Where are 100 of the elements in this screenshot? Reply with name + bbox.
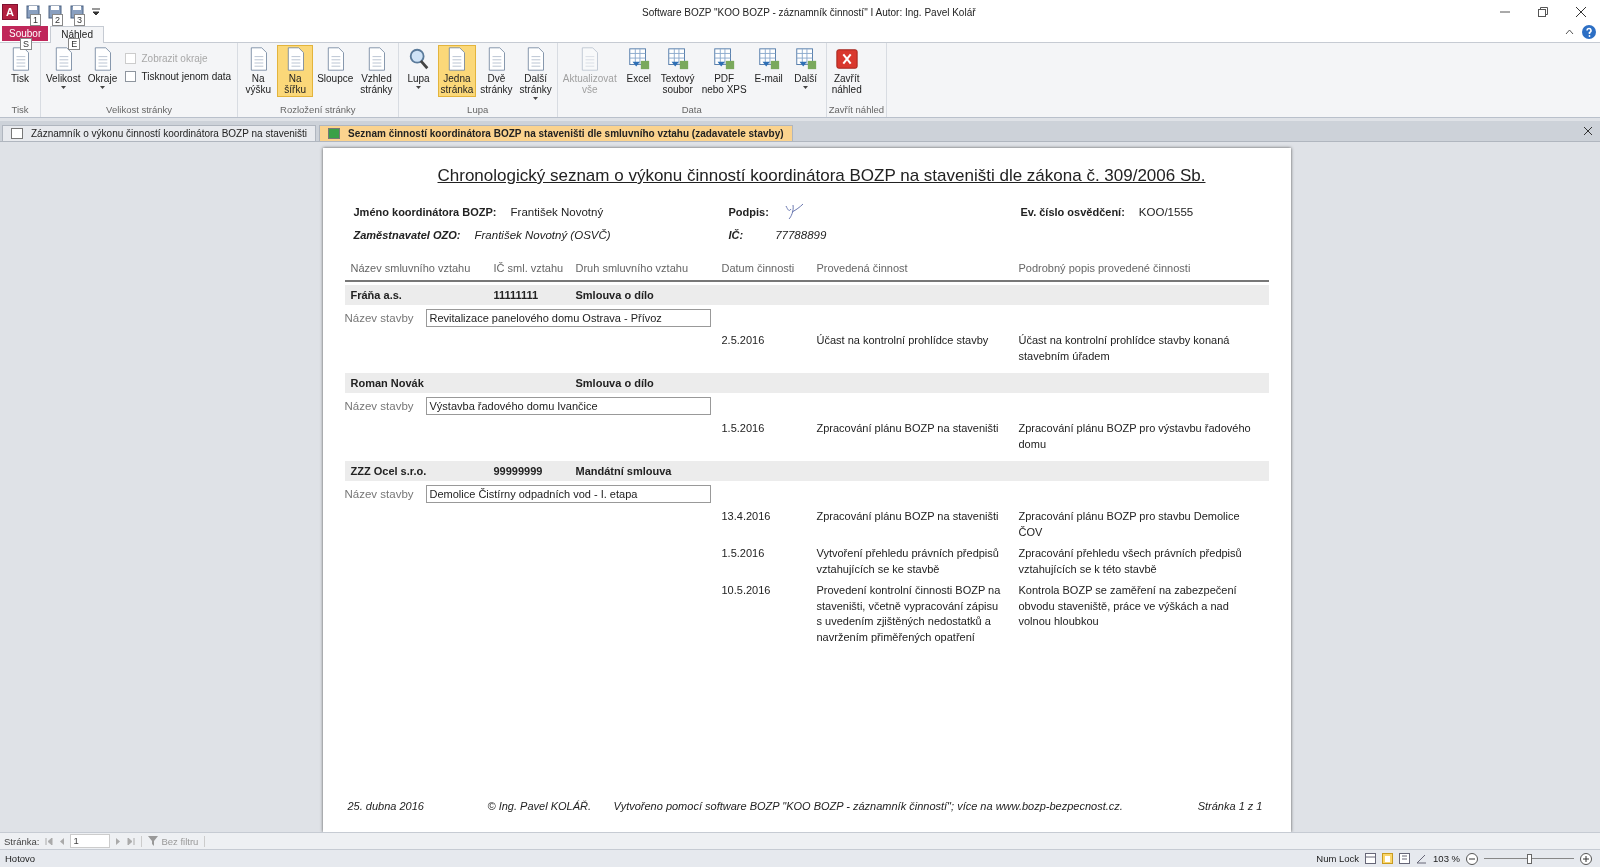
table-icon [328, 128, 341, 139]
field-label: Podpis: [728, 205, 769, 218]
activity-text: Provedení kontrolní činnosti BOZP na staveništi, včetně vypracování zápisu s uvedením zjištěných nedostatků a navržením přiměřených opatření [816, 583, 1002, 645]
view-icon[interactable] [1365, 853, 1377, 864]
contract-type: Smlouva o dílo [575, 377, 655, 389]
ribbon-button[interactable]: Dvě stránky [477, 45, 516, 97]
contract-name: Roman Novák [350, 377, 425, 389]
num-lock-indicator: Num Lock [1316, 853, 1360, 864]
ribbon-button[interactable]: Textový soubor [657, 45, 698, 97]
activity-description: Účast na kontrolní prohlídce stavby konaná stavebním úřadem [1018, 333, 1231, 364]
building-name-field: Demolice Čistírny odpadních vod - I. etapa [425, 485, 711, 503]
field-value: 77788899 [775, 228, 827, 241]
zoom-out-icon[interactable] [1466, 852, 1478, 865]
zoom-in-icon[interactable] [1580, 852, 1592, 865]
document-tab[interactable]: Seznam činností koordinátora BOZP na staveništi dle smluvního vztahu (zadavatele stavby) [319, 125, 793, 141]
copyright-text: © Ing. Pavel KOLÁŘ. [487, 800, 592, 812]
table-icon [11, 128, 23, 139]
navigation-label: Stránka: [4, 835, 40, 847]
ribbon-button[interactable]: Zavřít náhled [828, 45, 865, 97]
field-label: Zaměstnavatel OZO: [353, 228, 461, 241]
contract-id: 99999999 [493, 465, 544, 477]
view-icon[interactable] [1416, 853, 1428, 864]
contract-name: Fráňa a.s. [350, 289, 403, 301]
view-icon[interactable] [1399, 853, 1411, 864]
footer-note: Vytvořeno pomocí software BOZP "KOO BOZP - záznamník činností"; více na www.bozp-bezpecnost.cz. [613, 800, 1124, 812]
contract-type: Smlouva o dílo [575, 289, 655, 301]
view-icon[interactable] [1382, 853, 1394, 864]
keytip: S [20, 38, 32, 50]
group-label: Rozložení stránky [279, 103, 357, 117]
zoom-percent: 103 % [1433, 853, 1460, 864]
activity-date: 1.5.2016 [721, 421, 766, 436]
checkbox[interactable]: Tisknout jenom data [125, 71, 232, 82]
export-table-icon [756, 47, 781, 71]
document-tab[interactable]: Záznamník o výkonu činností koordinátora BOZP na staveništi [2, 125, 317, 141]
activity-description: Zpracování plánu BOZP pro stavbu Demolice ČOV [1018, 509, 1241, 540]
ribbon-button[interactable]: Sloupce [314, 45, 357, 86]
ribbon-button[interactable]: PDF nebo XPS [698, 45, 750, 97]
column-header: Název smluvního vztahu [350, 262, 472, 274]
ribbon-button[interactable]: E-mail [750, 45, 787, 86]
help-icon[interactable] [1582, 25, 1596, 39]
close-icon[interactable] [1584, 127, 1592, 135]
field-label: Ev. číslo osvědčení: [1020, 205, 1125, 218]
filter-icon [148, 836, 159, 846]
column-header: Druh smluvního vztahu [575, 262, 689, 274]
column-header: Provedená činnost [816, 262, 909, 274]
contract-type: Mandátní smlouva [575, 465, 673, 477]
report-date: 25. dubna 2016 [347, 800, 425, 812]
group-label: Lupa [466, 103, 490, 117]
keytip: E [68, 38, 81, 50]
ribbon-button[interactable]: Lupa [400, 45, 437, 91]
field-label: Jméno koordinátora BOZP: [353, 205, 497, 218]
group-label: Velikost stránky [105, 103, 174, 117]
activity-date: 10.5.2016 [721, 583, 772, 598]
activity-text: Vytvoření přehledu právních předpisů vztahujících se ke stavbě [816, 546, 1000, 577]
ribbon-button[interactable]: Na výšku [240, 45, 277, 97]
restore-icon[interactable] [1538, 7, 1548, 17]
filter-label: Bez filtru [161, 835, 199, 847]
report-title: Chronologický seznam o výkonu činností koordinátora BOZP na staveništi dle zákona č. 309/2006 Sb. [436, 166, 1207, 186]
activity-text: Zpracování plánu BOZP na staveništi [816, 509, 1000, 524]
activity-text: Účast na kontrolní prohlídce stavby [816, 333, 990, 348]
building-name-field: Revitalizace panelového domu Ostrava - Přívoz [425, 309, 711, 327]
field-value: František Novotný (OSVČ) [474, 228, 611, 241]
field-label: Název stavby [344, 400, 415, 412]
activity-description: Zpracování plánu BOZP pro výstavbu řadového domu [1018, 421, 1252, 452]
slider-thumb[interactable] [1527, 853, 1532, 864]
building-name-field: Výstavba řadového domu Ivančice [425, 397, 711, 415]
ribbon-button[interactable]: Excel [620, 45, 657, 86]
field-label: IČ: [728, 228, 744, 241]
activity-date: 2.5.2016 [721, 333, 766, 348]
minimize-ribbon-icon[interactable] [1565, 29, 1574, 35]
ribbon-button[interactable]: Vzhled stránky [357, 45, 396, 97]
page-icon [579, 47, 601, 71]
ribbon-button[interactable]: Okraje [84, 45, 121, 91]
field-label: Název stavby [344, 488, 415, 500]
activity-text: Zpracování plánu BOZP na staveništi [816, 421, 1000, 436]
export-table-icon [793, 47, 818, 71]
ribbon-button[interactable]: Další stránky [516, 45, 555, 102]
close-preview-icon [834, 47, 859, 71]
field-value: KOO/1555 [1138, 205, 1194, 218]
ribbon-button[interactable]: Další [787, 45, 824, 91]
field-label: Název stavby [344, 312, 415, 324]
status-text: Hotovo [5, 853, 36, 864]
column-header: Datum činnosti [721, 262, 796, 274]
group-label: Tisk [10, 103, 30, 117]
contract-name: ZZZ Ocel s.r.o. [350, 465, 428, 477]
page-icon [446, 47, 468, 71]
close-icon[interactable] [1576, 7, 1586, 17]
customize-caret-icon[interactable] [92, 8, 100, 16]
activity-date: 13.4.2016 [721, 509, 772, 524]
group-label: Zavřít náhled [828, 103, 885, 117]
contract-id: 11111111 [493, 289, 540, 301]
activity-description: Zpracování přehledu všech právních předpisů vztahujících se k této stavbě [1018, 546, 1243, 577]
activity-description: Kontrola BOZP se zaměření na zabezpečení obvodu staveniště, práce ve výškách a nad volnou hloubkou [1018, 583, 1238, 629]
ribbon-button[interactable]: Na šířku [277, 45, 314, 97]
page-number-field[interactable]: 1 [70, 834, 111, 848]
column-header: Podrobný popis provedené činnosti [1018, 262, 1192, 274]
export-table-icon [665, 47, 690, 71]
ribbon-tab[interactable]: Soubor [2, 26, 49, 41]
field-value: František Novotný [510, 205, 604, 218]
ribbon-button[interactable]: Jedna stránka [437, 45, 477, 97]
